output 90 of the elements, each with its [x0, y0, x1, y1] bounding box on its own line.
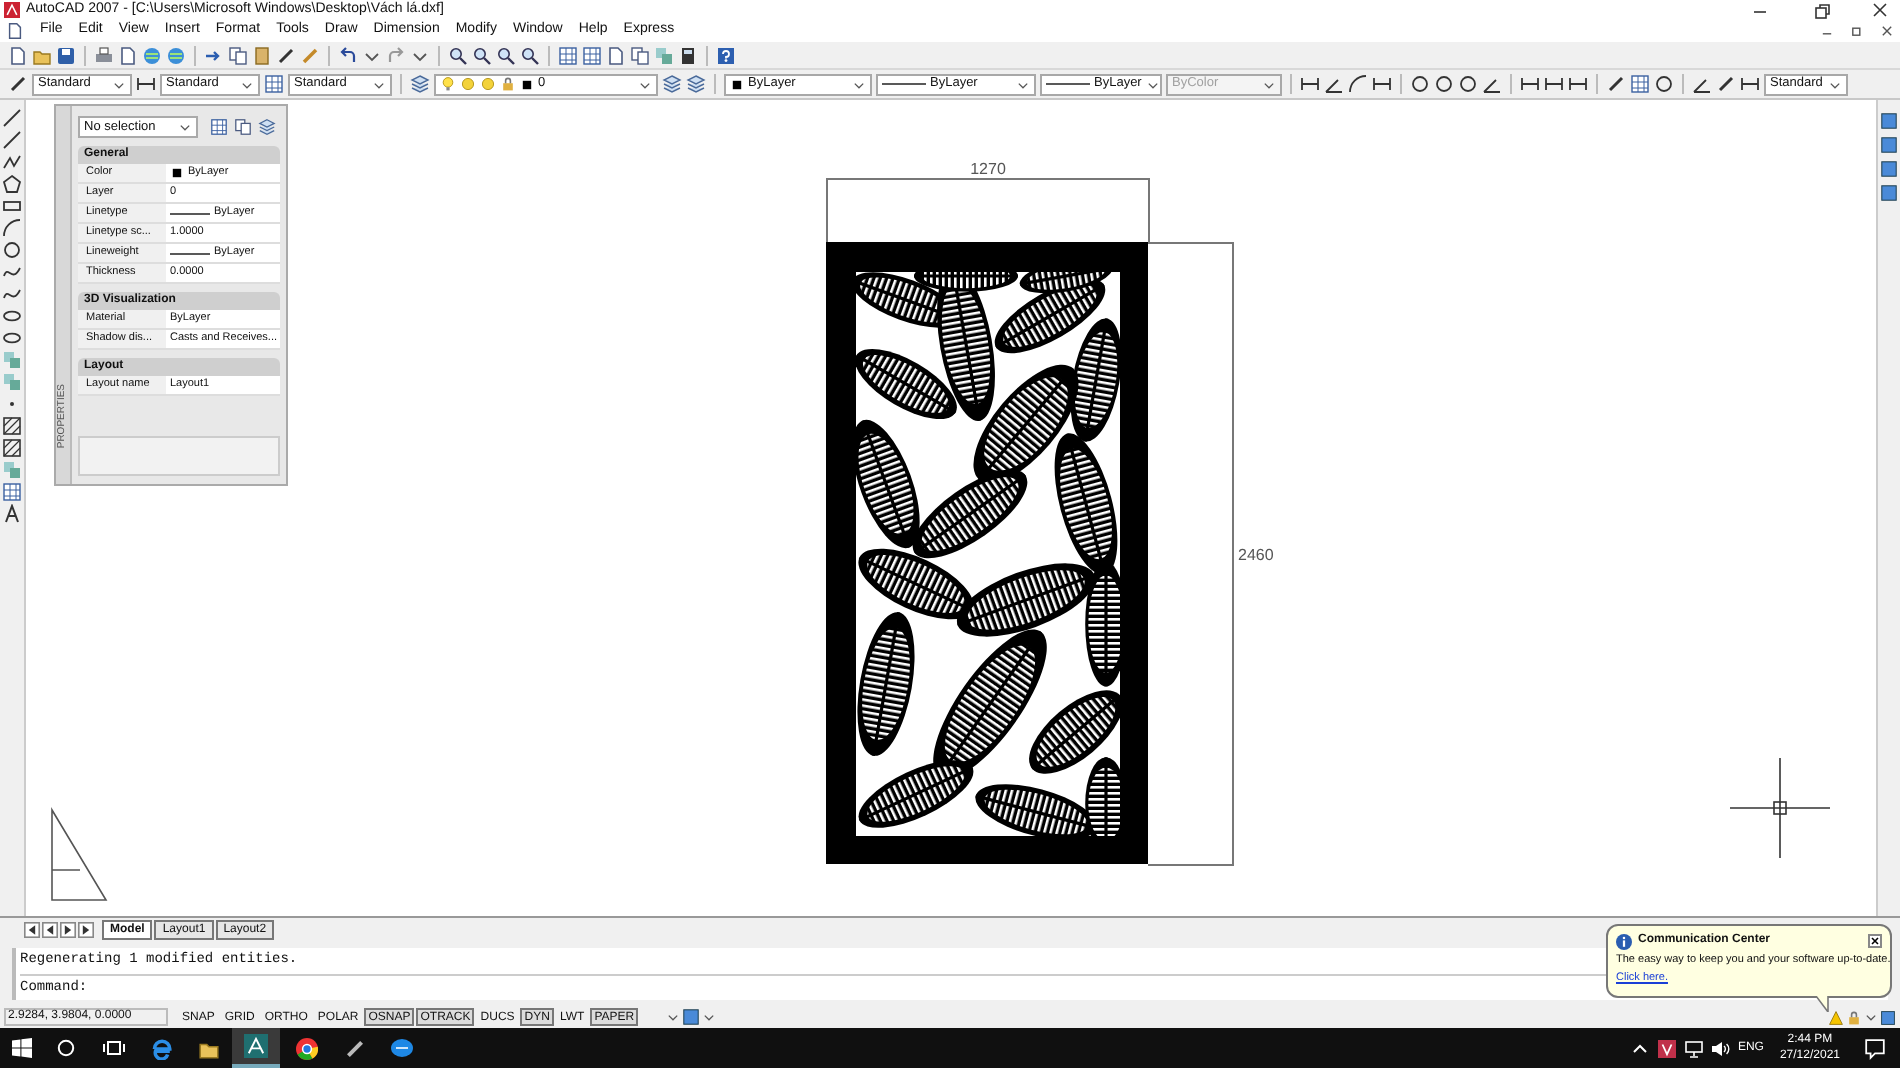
windows-logo-icon[interactable] [11, 1038, 31, 1058]
lock-icon [500, 76, 516, 92]
arc-icon[interactable] [2, 218, 22, 238]
magnifier-icon[interactable] [472, 45, 492, 65]
network-icon[interactable] [1683, 1039, 1704, 1057]
caret-icon[interactable] [1864, 1010, 1878, 1024]
arc-icon[interactable] [1348, 74, 1368, 94]
calculator-icon[interactable] [678, 45, 698, 65]
magnifier-icon[interactable] [448, 45, 468, 65]
help-icon[interactable] [716, 45, 736, 65]
text-tool-icon[interactable] [2, 504, 22, 524]
caret-icon [1145, 77, 1160, 91]
angle-icon[interactable] [1482, 74, 1502, 94]
dimension-text: 1270 [970, 160, 1006, 178]
grid-icon[interactable] [1630, 74, 1650, 94]
printer-icon[interactable] [94, 45, 114, 65]
up-caret-icon[interactable] [1631, 1042, 1648, 1054]
hatch-icon[interactable] [2, 416, 22, 436]
caret-icon [638, 77, 652, 91]
lock-icon[interactable] [1846, 1009, 1862, 1025]
pen-icon[interactable] [343, 1037, 365, 1059]
circle-icon[interactable] [1458, 74, 1478, 94]
caret-icon [1016, 77, 1030, 91]
layers-icon[interactable] [410, 74, 430, 94]
layer-icon[interactable] [662, 74, 682, 94]
info-icon [1616, 933, 1632, 949]
pencil-icon[interactable] [1606, 74, 1626, 94]
line-sample [170, 249, 210, 257]
chat-bubble-icon[interactable] [390, 1037, 414, 1059]
circle-icon[interactable] [2, 240, 22, 260]
crosshair-icon [1729, 757, 1831, 859]
rectangle-icon[interactable] [2, 196, 22, 216]
line-sample [1046, 80, 1090, 88]
magnifier-icon[interactable] [496, 45, 516, 65]
window-icon[interactable] [1880, 1009, 1896, 1025]
browser-icon[interactable] [149, 1037, 171, 1059]
caret-icon [1828, 77, 1842, 91]
caret-icon [1262, 77, 1276, 91]
color-swatch-icon [730, 77, 744, 91]
search-icon[interactable] [56, 1038, 76, 1058]
close-button[interactable] [1868, 934, 1882, 948]
tab-scroll-icon[interactable] [24, 922, 40, 938]
tab-scroll-icon[interactable] [60, 922, 76, 938]
magnifier-icon[interactable] [520, 45, 540, 65]
line-icon[interactable] [2, 108, 22, 128]
copy-icon[interactable] [228, 45, 248, 65]
line-sample [170, 209, 210, 217]
ucs-icon [51, 809, 107, 901]
undo-icon[interactable] [338, 45, 358, 65]
grid-icon[interactable] [582, 45, 602, 65]
bulb-icon [440, 76, 456, 92]
globe-icon[interactable] [166, 45, 186, 65]
pencil-icon[interactable] [276, 45, 296, 65]
caret-icon [178, 120, 192, 134]
close-icon [1870, 936, 1880, 946]
caret-icon [852, 77, 866, 91]
close-icon[interactable] [1880, 24, 1894, 38]
task-view-icon[interactable] [101, 1038, 125, 1058]
tab-scroll-icon[interactable] [78, 922, 94, 938]
notification-icon[interactable] [1864, 1037, 1886, 1059]
color-swatch-icon [170, 166, 184, 180]
circle-icon[interactable] [1434, 74, 1454, 94]
line-icon[interactable] [2, 130, 22, 150]
restore-icon[interactable] [1812, 1, 1832, 19]
circle-icon[interactable] [1654, 74, 1674, 94]
arrow-icon[interactable] [204, 45, 224, 65]
pencil-icon[interactable] [1716, 74, 1736, 94]
globe-icon[interactable] [142, 45, 162, 65]
layer-icon[interactable] [686, 74, 706, 94]
color-swatch-icon [520, 77, 534, 91]
grid-icon[interactable] [558, 45, 578, 65]
table-style-icon[interactable] [264, 74, 284, 94]
speaker-icon[interactable] [1709, 1039, 1730, 1057]
angle-icon[interactable] [1692, 74, 1712, 94]
close-icon[interactable] [1870, 1, 1890, 19]
round-browser-icon[interactable] [295, 1037, 317, 1059]
dimension-text: 2460 [1238, 546, 1274, 564]
table-icon[interactable] [2, 482, 22, 502]
restore-icon[interactable] [1850, 24, 1864, 38]
circle-icon[interactable] [1410, 74, 1430, 94]
copy-icon[interactable] [630, 45, 650, 65]
dimension-style-icon[interactable] [136, 74, 156, 94]
polyline-icon[interactable] [2, 152, 22, 172]
polygon-icon[interactable] [2, 174, 22, 194]
line-sample [882, 80, 926, 88]
caret-icon [240, 77, 254, 91]
app-icon[interactable] [244, 1034, 268, 1058]
tab-scroll-icon[interactable] [42, 922, 58, 938]
caret-icon [112, 77, 126, 91]
hatch-icon[interactable] [2, 438, 22, 458]
